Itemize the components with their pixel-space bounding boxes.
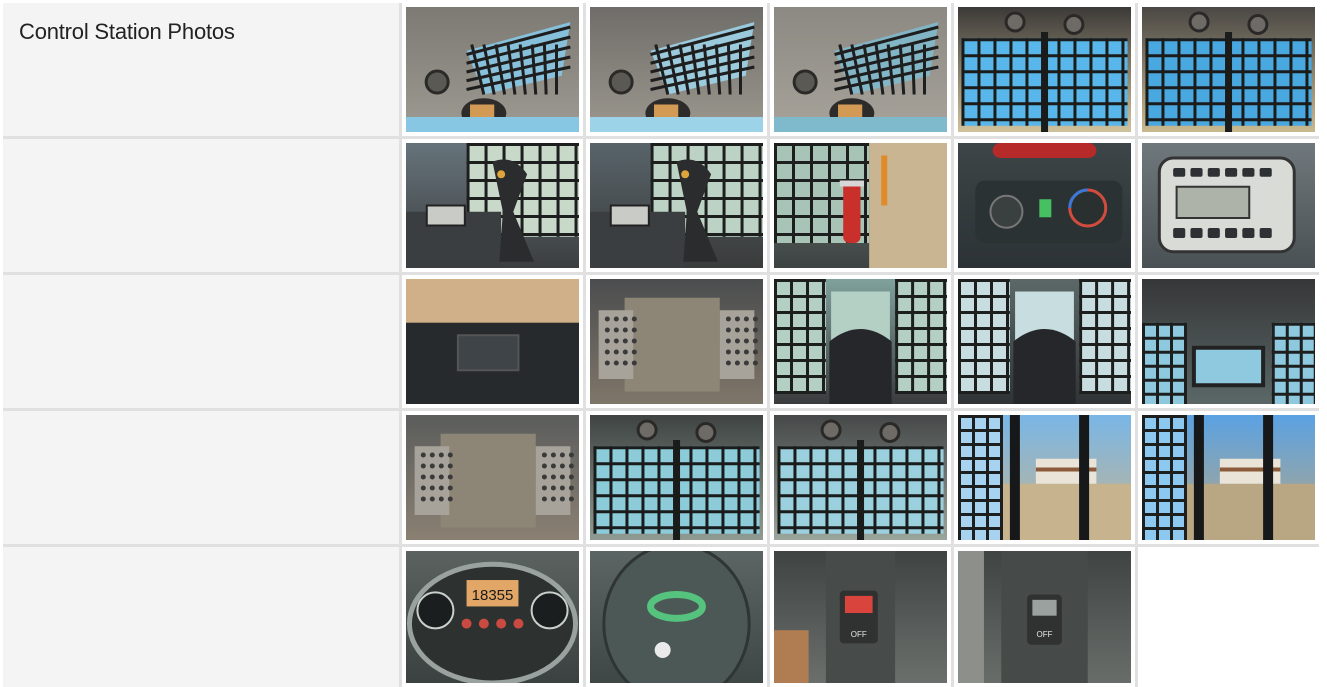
- operator-seat-photo[interactable]: [774, 279, 947, 404]
- rear-window-grille-wide-photo[interactable]: [1142, 7, 1315, 132]
- radio-panel-photo[interactable]: [1142, 143, 1315, 268]
- cab-ceiling-left-photo[interactable]: [590, 7, 763, 132]
- fire-extinguisher-photo[interactable]: [774, 143, 947, 268]
- parking-brake-switch-photo[interactable]: OFF: [774, 551, 947, 683]
- photo-cell[interactable]: [954, 275, 1135, 408]
- section-title: Control Station Photos: [19, 19, 235, 44]
- climate-controls-photo[interactable]: [958, 143, 1131, 268]
- floor-pedals-photo[interactable]: [590, 279, 763, 404]
- empty-label-cell: [3, 411, 399, 544]
- photo-cell[interactable]: [770, 411, 951, 544]
- svg-text:OFF: OFF: [1037, 630, 1053, 639]
- side-window-grille-right-photo[interactable]: [774, 415, 947, 540]
- section-label-cell: Control Station Photos: [3, 3, 399, 136]
- joystick-left-photo[interactable]: [590, 143, 763, 268]
- photo-cell[interactable]: [1138, 139, 1319, 272]
- empty-label-cell: [3, 275, 399, 408]
- photo-cell[interactable]: [586, 3, 767, 136]
- photo-cell[interactable]: [586, 411, 767, 544]
- photo-cell[interactable]: [954, 139, 1135, 272]
- photo-cell[interactable]: [402, 139, 583, 272]
- control-station-photos-table: Control Station Photos 18355 OFF OFF: [3, 3, 1319, 687]
- floor-closeup-photo[interactable]: [406, 415, 579, 540]
- photo-cell[interactable]: [586, 547, 767, 687]
- open-door-side-photo[interactable]: [1142, 415, 1315, 540]
- photo-cell[interactable]: [770, 275, 951, 408]
- photo-cell[interactable]: OFF: [770, 547, 951, 687]
- empty-label-cell: [3, 547, 399, 687]
- photo-cell[interactable]: [1138, 411, 1319, 544]
- photo-cell[interactable]: [586, 139, 767, 272]
- photo-cell[interactable]: [586, 275, 767, 408]
- traction-lock-override-photo[interactable]: [590, 551, 763, 683]
- photo-cell[interactable]: [770, 139, 951, 272]
- photo-cell[interactable]: [1138, 275, 1319, 408]
- svg-text:18355: 18355: [472, 587, 514, 604]
- photo-cell[interactable]: [770, 3, 951, 136]
- instrument-cluster-photo[interactable]: 18355: [406, 551, 579, 683]
- empty-photo-cell: [1138, 547, 1319, 687]
- photo-cell[interactable]: [402, 3, 583, 136]
- cab-ceiling-center-photo[interactable]: [774, 7, 947, 132]
- photo-cell[interactable]: [1138, 3, 1319, 136]
- front-floor-view-photo[interactable]: [406, 279, 579, 404]
- side-window-grille-photo[interactable]: [590, 415, 763, 540]
- svg-text:OFF: OFF: [851, 630, 867, 639]
- seat-rear-view-photo[interactable]: [958, 279, 1131, 404]
- rear-window-grille-photo[interactable]: [958, 7, 1131, 132]
- cab-ceiling-front-photo[interactable]: [406, 7, 579, 132]
- joystick-right-photo[interactable]: [406, 143, 579, 268]
- photo-cell[interactable]: OFF: [954, 547, 1135, 687]
- photo-cell[interactable]: 18355: [402, 547, 583, 687]
- empty-label-cell: [3, 139, 399, 272]
- photo-cell[interactable]: [954, 3, 1135, 136]
- open-door-exterior-photo[interactable]: [958, 415, 1131, 540]
- switch-off-panel-photo[interactable]: OFF: [958, 551, 1131, 683]
- photo-cell[interactable]: [402, 275, 583, 408]
- cab-interior-rear-photo[interactable]: [1142, 279, 1315, 404]
- photo-cell[interactable]: [402, 411, 583, 544]
- photo-cell[interactable]: [954, 411, 1135, 544]
